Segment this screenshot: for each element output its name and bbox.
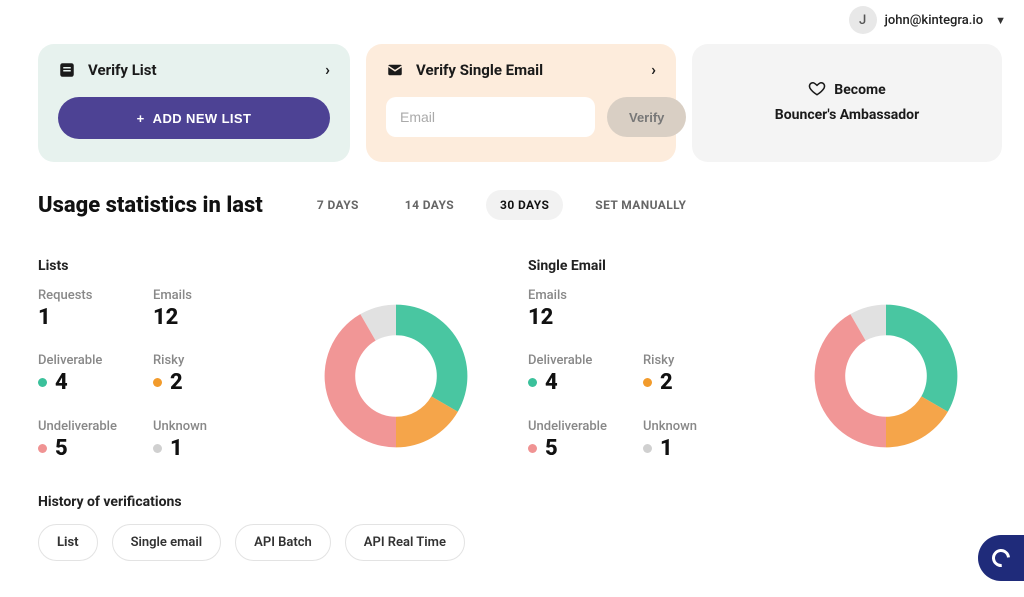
range-option[interactable]: 7 DAYS bbox=[303, 190, 373, 220]
lists-donut-chart bbox=[280, 288, 512, 464]
history-tab[interactable]: List bbox=[38, 524, 98, 561]
single-panel-title: Single Email bbox=[528, 258, 1002, 274]
metric-deliverable: Deliverable 4 bbox=[38, 353, 153, 398]
lists-panel-title: Lists bbox=[38, 258, 512, 274]
metric-label: Deliverable bbox=[38, 353, 153, 368]
add-new-list-button[interactable]: + ADD NEW LIST bbox=[58, 97, 330, 139]
metric-label: Emails bbox=[153, 288, 268, 303]
verify-button[interactable]: Verify bbox=[607, 97, 686, 137]
metric-value: 1 bbox=[170, 436, 183, 461]
history-tab[interactable]: API Batch bbox=[235, 524, 331, 561]
user-menu[interactable]: J john@kintegra.io ▼ bbox=[849, 6, 1006, 34]
heart-icon bbox=[808, 79, 826, 101]
verify-single-title: Verify Single Email bbox=[416, 61, 543, 79]
history-section: History of verifications List Single emai… bbox=[38, 494, 1002, 561]
dot-icon bbox=[528, 378, 537, 387]
ambassador-card[interactable]: Become Bouncer's Ambassador bbox=[692, 44, 1002, 162]
add-new-list-label: ADD NEW LIST bbox=[153, 111, 252, 126]
user-email: john@kintegra.io bbox=[885, 13, 983, 28]
metric-value: 1 bbox=[660, 436, 673, 461]
metric-value: 1 bbox=[38, 305, 51, 330]
metric-value: 2 bbox=[660, 370, 673, 395]
metric-label: Undeliverable bbox=[38, 419, 153, 434]
chevron-right-icon: › bbox=[651, 60, 656, 79]
dot-icon bbox=[643, 444, 652, 453]
dot-icon bbox=[528, 444, 537, 453]
metric-value: 2 bbox=[170, 370, 183, 395]
verify-list-header[interactable]: Verify List › bbox=[58, 60, 330, 79]
verify-single-header[interactable]: Verify Single Email › bbox=[386, 60, 656, 79]
metric-value: 12 bbox=[153, 305, 178, 330]
metric-label: Risky bbox=[643, 353, 758, 368]
verify-list-card: Verify List › + ADD NEW LIST bbox=[38, 44, 350, 162]
plus-icon: + bbox=[137, 111, 145, 126]
avatar: J bbox=[849, 6, 877, 34]
dot-icon bbox=[38, 378, 47, 387]
mail-icon bbox=[386, 61, 404, 79]
chat-icon bbox=[988, 545, 1013, 570]
metric-deliverable: Deliverable 4 bbox=[528, 353, 643, 398]
range-option[interactable]: 30 DAYS bbox=[486, 190, 563, 220]
metric-label: Undeliverable bbox=[528, 419, 643, 434]
metric-value: 12 bbox=[528, 305, 553, 330]
metric-value: 5 bbox=[545, 436, 558, 461]
dot-icon bbox=[153, 444, 162, 453]
action-cards-row: Verify List › + ADD NEW LIST Verify Sing… bbox=[38, 44, 1002, 162]
chat-fab[interactable] bbox=[978, 535, 1024, 581]
list-icon bbox=[58, 61, 76, 79]
ambassador-line1: Become bbox=[834, 82, 885, 98]
ambassador-line2: Bouncer's Ambassador bbox=[775, 107, 919, 123]
metric-label: Deliverable bbox=[528, 353, 643, 368]
metric-unknown: Unknown 1 bbox=[153, 419, 268, 464]
lists-panel: Lists Requests 1 Emails 12 Deliverable 4 bbox=[38, 258, 512, 464]
email-input[interactable] bbox=[386, 97, 595, 137]
dot-icon bbox=[38, 444, 47, 453]
verify-single-card: Verify Single Email › Verify bbox=[366, 44, 676, 162]
metric-label: Unknown bbox=[643, 419, 758, 434]
range-option[interactable]: 14 DAYS bbox=[391, 190, 468, 220]
metric-risky: Risky 2 bbox=[153, 353, 268, 398]
metric-emails: Emails 12 bbox=[528, 288, 643, 333]
metric-value: 4 bbox=[55, 370, 68, 395]
metric-undeliverable: Undeliverable 5 bbox=[528, 419, 643, 464]
history-tab[interactable]: Single email bbox=[112, 524, 222, 561]
single-panel: Single Email Emails 12 Deliverable 4 Ris… bbox=[528, 258, 1002, 464]
stats-header: Usage statistics in last 7 DAYS 14 DAYS 30… bbox=[38, 190, 1002, 220]
metric-value: 5 bbox=[55, 436, 68, 461]
history-title: History of verifications bbox=[38, 494, 1002, 510]
metric-emails: Emails 12 bbox=[153, 288, 268, 333]
verify-list-title: Verify List bbox=[88, 61, 157, 79]
metric-label: Risky bbox=[153, 353, 268, 368]
metric-requests: Requests 1 bbox=[38, 288, 153, 333]
dot-icon bbox=[643, 378, 652, 387]
metric-risky: Risky 2 bbox=[643, 353, 758, 398]
range-option[interactable]: SET MANUALLY bbox=[581, 190, 700, 220]
stats-panels: Lists Requests 1 Emails 12 Deliverable 4 bbox=[38, 258, 1002, 464]
metric-value: 4 bbox=[545, 370, 558, 395]
metric-label: Unknown bbox=[153, 419, 268, 434]
history-tab[interactable]: API Real Time bbox=[345, 524, 465, 561]
chevron-down-icon: ▼ bbox=[995, 14, 1006, 27]
dot-icon bbox=[153, 378, 162, 387]
metric-unknown: Unknown 1 bbox=[643, 419, 758, 464]
single-donut-chart bbox=[770, 288, 1002, 464]
metric-label: Emails bbox=[528, 288, 643, 303]
stats-title: Usage statistics in last bbox=[38, 193, 263, 218]
metric-undeliverable: Undeliverable 5 bbox=[38, 419, 153, 464]
chevron-right-icon: › bbox=[325, 60, 330, 79]
metric-label: Requests bbox=[38, 288, 153, 303]
